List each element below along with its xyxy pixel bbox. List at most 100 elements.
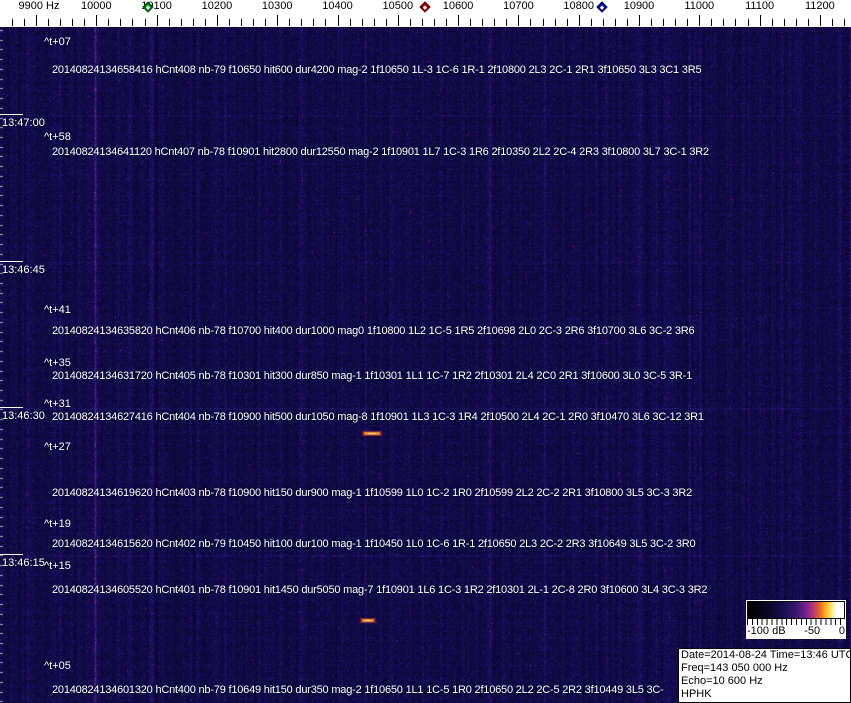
freq-axis-label: 10400 [322, 0, 353, 12]
freq-axis-tick [530, 19, 532, 26]
time-axis-label: 13:46:30 [0, 407, 45, 422]
freq-axis-tick [144, 19, 146, 26]
freq-axis-tick [482, 19, 484, 26]
freq-axis-tick [759, 15, 761, 26]
freq-axis-label: 11100 [745, 0, 775, 12]
freq-axis-tick [819, 15, 821, 26]
freq-axis-tick [60, 19, 62, 26]
freq-axis-tick [156, 15, 158, 26]
freq-axis-tick [831, 19, 833, 26]
freq-axis-tick [783, 19, 785, 26]
freq-axis-tick [72, 19, 74, 26]
freq-axis-tick [771, 19, 773, 26]
event-detection-text: 20140824134615620 hCnt402 nb-79 f10450 h… [52, 538, 696, 550]
freq-axis-label: 10500 [382, 0, 414, 12]
event-time-offset-label: ^t+27 [44, 441, 71, 453]
freq-axis-label: 10300 [261, 0, 293, 12]
freq-axis-tick [108, 19, 110, 26]
event-time-offset-label: ^t+35 [44, 357, 71, 369]
freq-axis-tick [313, 19, 315, 26]
freq-axis-tick [11, 19, 13, 26]
freq-axis-tick [204, 19, 206, 26]
freq-axis-tick [458, 15, 460, 26]
time-axis-label: 13:47:00 [0, 114, 45, 129]
freq-axis-tick [651, 19, 653, 26]
event-time-offset-label: ^t+07 [44, 36, 71, 48]
freq-axis-tick [409, 19, 411, 26]
spectrogram-canvas [0, 27, 851, 703]
event-detection-text: 20140824134619620 hCnt403 nb-78 f10900 h… [52, 487, 692, 499]
freq-axis-tick [639, 15, 640, 26]
freq-axis-tick [228, 19, 230, 26]
info-station-id: HPHK [681, 688, 712, 700]
freq-axis-tick [542, 19, 544, 26]
freq-axis-tick [711, 19, 713, 26]
freq-axis-tick [289, 19, 291, 26]
db-max-label: 0 [838, 625, 845, 637]
freq-axis-tick [84, 19, 86, 26]
freq-axis-label: 9900 Hz [18, 0, 60, 12]
freq-axis-tick [361, 19, 363, 26]
frequency-axis: 9900 Hz 10000 10100 10200 10300 10400 10500 106… [0, 0, 851, 27]
freq-axis-tick [687, 19, 689, 26]
event-time-offset-label: ^t+05 [44, 660, 71, 672]
freq-axis-tick [253, 19, 255, 26]
freq-axis-tick [614, 19, 616, 26]
freq-axis-tick [518, 15, 520, 26]
event-time-offset-label: ^t+58 [44, 131, 71, 143]
event-detection-text: 20140824134605520 hCnt401 nb-78 f10901 h… [52, 584, 708, 596]
marker-core [145, 4, 151, 10]
time-axis-label: 13:46:15 [0, 554, 45, 569]
freq-axis-label: 10200 [201, 0, 233, 12]
freq-axis-tick [132, 19, 134, 26]
freq-axis-label: 10600 [442, 0, 474, 12]
freq-axis-tick [795, 19, 797, 26]
info-box: Date=2014-08-24 Time=13:46 UTC Freq=143 … [678, 648, 851, 703]
freq-marker-blue[interactable] [596, 1, 608, 13]
freq-axis-label: 10800 [563, 0, 594, 12]
freq-axis-tick [23, 19, 25, 26]
freq-axis-tick [735, 19, 737, 26]
event-detection-text: 20140824134658416 hCnt408 nb-79 f10650 h… [52, 64, 702, 76]
event-detection-text: 20140824134627416 hCnt404 nb-78 f10900 h… [52, 411, 704, 423]
freq-axis-tick [747, 19, 749, 26]
freq-axis-tick [48, 19, 50, 26]
freq-axis-tick [675, 19, 677, 26]
freq-axis-tick [723, 19, 725, 26]
freq-axis-label: 11200 [805, 0, 835, 12]
event-time-offset-label: ^t+41 [44, 304, 71, 316]
event-detection-text: 20140824134635820 hCnt406 nb-78 f10700 h… [52, 325, 695, 337]
freq-axis-tick [602, 19, 604, 26]
freq-axis-tick [120, 19, 122, 26]
freq-axis-tick [470, 19, 472, 26]
freq-axis-tick [265, 19, 267, 26]
freq-axis-tick [844, 19, 846, 26]
color-scale-gradient [747, 601, 845, 619]
freq-axis-tick [590, 19, 592, 26]
event-detection-text: 20140824134601320 hCnt400 nb-79 f10649 h… [52, 684, 664, 696]
freq-axis-tick [96, 15, 98, 26]
color-scale-legend: -100 dB -50 0 [746, 600, 846, 639]
freq-axis-tick [192, 19, 194, 26]
freq-axis-tick [241, 19, 243, 26]
event-time-offset-label: ^t+15 [44, 560, 71, 572]
marker-core [599, 4, 605, 10]
freq-axis-label: 11000 [684, 0, 715, 12]
freq-axis-tick [385, 19, 387, 26]
marker-core [422, 4, 428, 10]
freq-axis-tick [216, 15, 218, 26]
event-time-offset-label: ^t+19 [44, 518, 71, 530]
freq-axis-tick [421, 19, 423, 26]
freq-axis-tick [325, 19, 327, 26]
event-detection-text: 20140824134641120 hCnt407 nb-78 f10901 h… [52, 146, 709, 158]
freq-marker-red[interactable] [419, 1, 431, 13]
info-frequency: Freq=143 050 000 Hz [681, 662, 788, 674]
freq-axis-tick [494, 19, 496, 26]
time-axis-label: 13:46:45 [0, 261, 45, 276]
meteor-echo-spectrogram-window: 9900 Hz 10000 10100 10200 10300 10400 10500 106… [0, 0, 851, 703]
freq-axis-tick [626, 19, 628, 26]
freq-axis-label: 10700 [503, 0, 534, 12]
freq-axis-tick [397, 15, 399, 26]
freq-axis-tick [446, 19, 448, 26]
info-date-time: Date=2014-08-24 Time=13:46 UTC [681, 649, 851, 661]
